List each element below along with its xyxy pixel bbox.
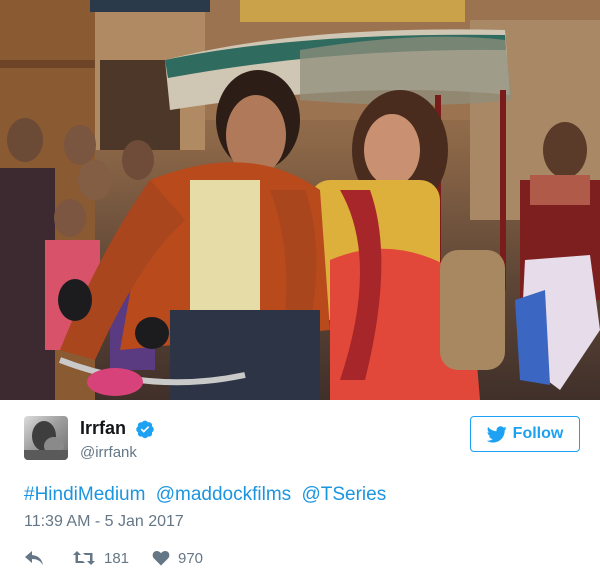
tweet-photo[interactable]	[0, 0, 600, 400]
photo-illustration	[0, 0, 600, 400]
retweet-icon	[73, 551, 95, 565]
follow-button-label: Follow	[512, 425, 564, 442]
avatar-image	[24, 421, 68, 460]
heart-icon	[152, 550, 170, 566]
tweet-actions: 181 970	[24, 547, 203, 569]
tweet-timestamp[interactable]: 11:39 AM - 5 Jan 2017	[24, 513, 184, 531]
verified-badge-icon	[136, 420, 154, 439]
hashtag-link[interactable]: #HindiMedium	[24, 484, 145, 505]
user-avatar[interactable]	[24, 416, 68, 460]
follow-button[interactable]: Follow	[470, 416, 580, 452]
mention-link[interactable]: @maddockfilms	[156, 484, 291, 505]
retweet-count: 181	[104, 549, 130, 567]
like-count: 970	[178, 549, 204, 567]
display-name[interactable]: Irrfan	[80, 418, 126, 439]
tweet-text: #HindiMedium @maddockfilms @TSeries	[24, 484, 391, 506]
mention-link[interactable]: @TSeries	[301, 484, 386, 505]
like-button[interactable]: 970	[152, 550, 203, 567]
reply-icon	[25, 551, 43, 565]
reply-button[interactable]	[24, 550, 72, 566]
twitter-bird-icon	[486, 425, 507, 442]
user-handle[interactable]: @irrfank	[80, 444, 137, 461]
tweet-header: Irrfan @irrfank Follow	[24, 416, 580, 468]
retweet-button[interactable]: 181	[72, 550, 152, 567]
